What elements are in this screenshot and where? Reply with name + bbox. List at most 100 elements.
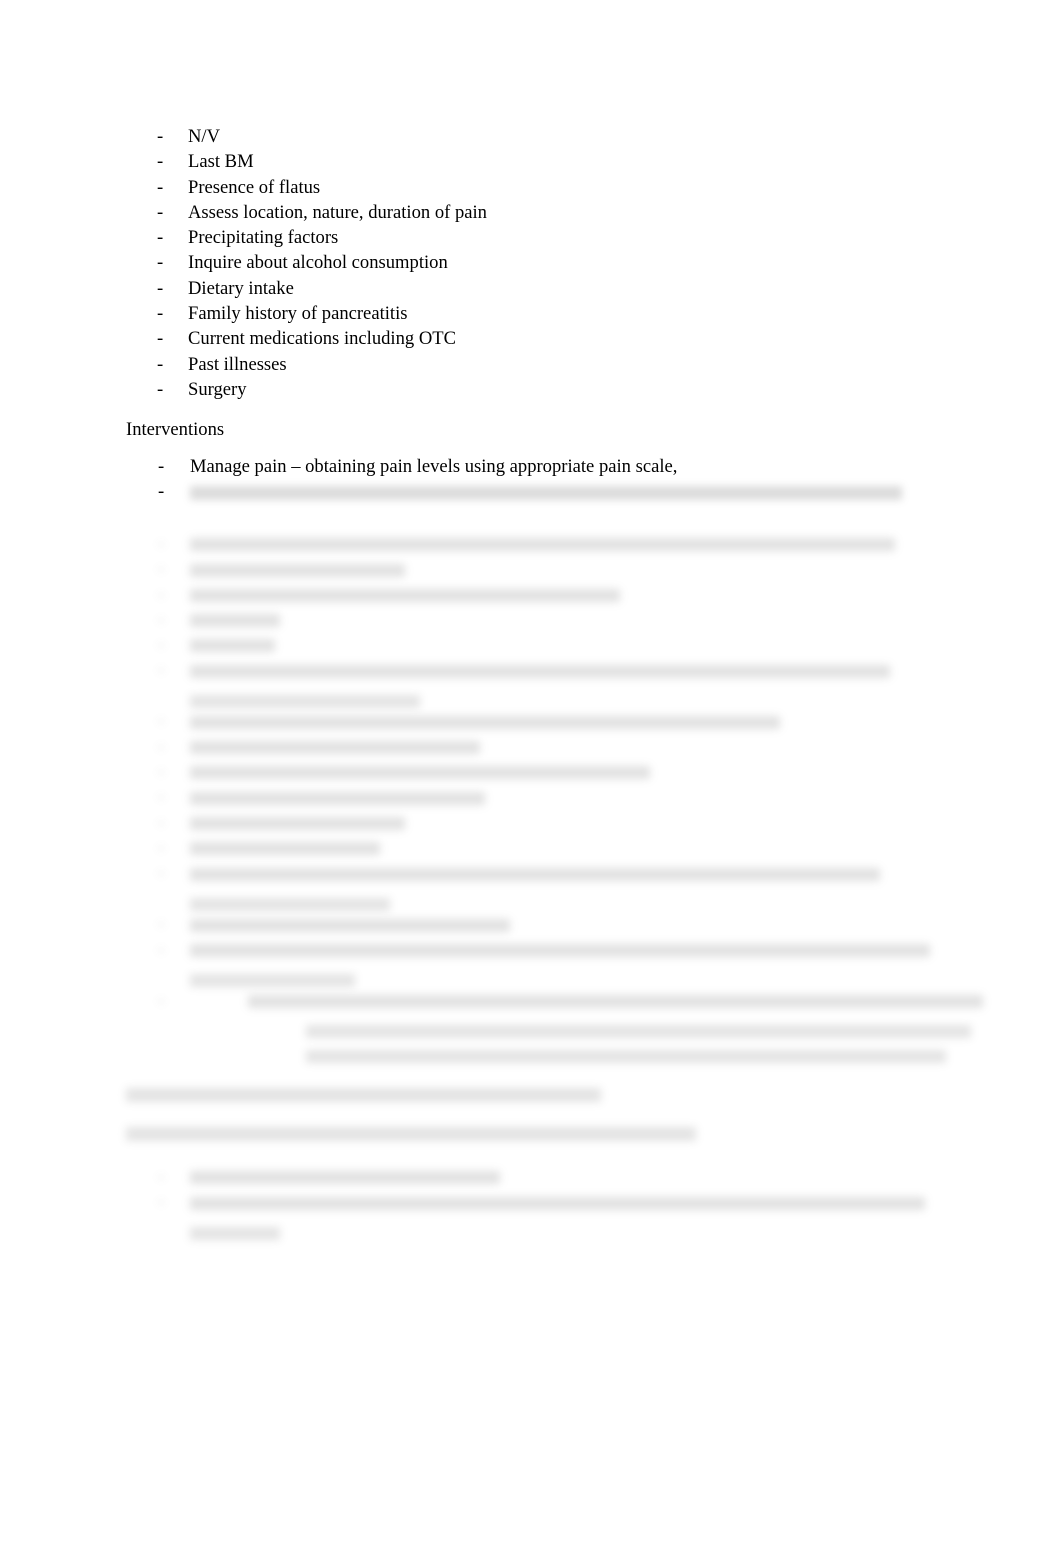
dash-bullet-icon: - — [158, 1191, 165, 1213]
redacted-list-item-label — [190, 842, 380, 856]
redacted-list-item-label — [190, 867, 880, 881]
dash-bullet-icon: - — [158, 735, 165, 757]
list-item-label: Current medications including OTC — [188, 328, 457, 350]
dash-bullet-icon: - — [158, 811, 165, 833]
redacted-list-item: - — [128, 708, 928, 733]
redacted-list-item-label — [190, 741, 480, 755]
redacted-list-item-label — [190, 1196, 925, 1210]
list-item-label: N/V — [188, 126, 221, 147]
redacted-list-item: - — [128, 531, 928, 556]
dash-bullet-icon: - — [157, 303, 164, 325]
dash-bullet-icon: - — [158, 583, 165, 605]
list-item: - Family history of pancreatitis — [126, 301, 986, 326]
dash-bullet-icon: - — [157, 328, 164, 350]
redacted-list-item-label — [190, 588, 620, 602]
dash-bullet-icon: - — [157, 277, 164, 299]
redacted-list-item-label — [190, 816, 405, 830]
list-item: - Assess location, nature, duration of pa… — [126, 200, 986, 225]
redacted-wrapped-line — [190, 1226, 280, 1240]
dash-bullet-icon: - — [158, 786, 165, 808]
redacted-list-item: - — [128, 937, 930, 988]
redacted-list-item-label — [190, 664, 890, 678]
intervention-item-label: Manage pain – obtaining pain levels usin… — [190, 456, 678, 477]
redacted-list-item-label — [190, 943, 930, 957]
dash-bullet-icon: - — [158, 533, 165, 554]
redacted-list-item: - — [128, 759, 928, 784]
redacted-list-item: - — [128, 632, 928, 657]
dash-bullet-icon: - — [158, 1166, 165, 1187]
list-item: - Precipitating factors — [126, 225, 986, 250]
interventions-heading: Interventions — [126, 419, 225, 440]
redacted-final-list: - - — [128, 1164, 928, 1240]
redacted-list-item-label — [248, 994, 983, 1008]
dash-bullet-icon: - — [157, 227, 164, 249]
list-item: - Past illnesses — [126, 352, 986, 377]
redacted-list-item: - — [128, 988, 983, 1066]
intervention-item: - Manage pain – obtaining pain levels usi… — [128, 454, 928, 479]
document-page: - N/V - Last BM - Presence of flatus - Assess l… — [0, 0, 1062, 1561]
redacted-list-item: - — [128, 556, 928, 581]
redacted-wrapped-line — [190, 897, 390, 911]
redacted-list-item: - — [128, 582, 928, 607]
redacted-list-item: - — [128, 835, 928, 860]
list-item: - Presence of flatus — [126, 175, 986, 200]
redacted-list-item-label — [190, 715, 780, 729]
list-item: - Dietary intake — [126, 276, 986, 301]
list-item: - Surgery — [126, 377, 986, 402]
redacted-list-item: - — [128, 607, 928, 632]
list-item-label: Precipitating factors — [188, 227, 339, 249]
redacted-list-item-label — [190, 639, 275, 653]
redacted-list-item: - — [128, 860, 928, 911]
redacted-sublist: - - - - - - - - - - - - - - - - — [128, 531, 983, 1066]
list-item: - Inquire about alcohol consumption — [126, 250, 986, 275]
redacted-list-item-label — [190, 918, 510, 932]
redacted-list-item-label — [190, 791, 485, 805]
list-item-label: Past illnesses — [188, 353, 287, 375]
redacted-list-item-label — [190, 766, 650, 780]
redacted-wrapped-line — [190, 973, 355, 987]
redacted-list-item: - — [128, 1164, 928, 1189]
dash-bullet-icon: - — [157, 378, 164, 400]
list-item: - Last BM — [126, 149, 986, 174]
interventions-list: - Manage pain – obtaining pain levels usi… — [128, 454, 928, 505]
dash-bullet-icon: - — [158, 862, 165, 884]
dash-bullet-icon: - — [158, 836, 165, 858]
dash-bullet-icon: - — [157, 201, 164, 223]
list-item: - N/V — [126, 124, 986, 149]
redacted-wrapped-line — [306, 1049, 946, 1063]
redacted-list-item: - — [128, 810, 928, 835]
list-item-label: Last BM — [188, 151, 254, 173]
dash-bullet-icon: - — [157, 126, 164, 147]
dash-bullet-icon: - — [158, 913, 165, 935]
redacted-list-item-label — [190, 1171, 500, 1185]
redacted-list-item: - — [128, 657, 928, 708]
list-item-label: Family history of pancreatitis — [188, 303, 408, 325]
dash-bullet-icon: - — [158, 989, 165, 1011]
dash-bullet-icon: - — [158, 710, 165, 732]
redacted-wrapped-line — [306, 1024, 971, 1038]
dash-bullet-icon: - — [158, 608, 165, 630]
assessment-list: - N/V - Last BM - Presence of flatus - Assess l… — [126, 124, 986, 402]
list-item-label: Inquire about alcohol consumption — [188, 252, 448, 274]
redacted-list-item: - — [128, 784, 928, 809]
redacted-list-item: - — [128, 734, 928, 759]
intervention-item-label — [190, 486, 902, 501]
dash-bullet-icon: - — [158, 634, 165, 656]
redacted-list-item-label — [190, 538, 895, 552]
redacted-list-item-label — [190, 614, 280, 628]
dash-bullet-icon: - — [157, 252, 164, 274]
list-item: - Current medications including OTC — [126, 326, 986, 351]
redacted-wrapped-line — [190, 694, 420, 708]
dash-bullet-icon: - — [158, 659, 165, 681]
dash-bullet-icon: - — [158, 456, 165, 477]
redacted-list-item: - — [128, 1189, 928, 1240]
redacted-list-item-label — [190, 563, 405, 577]
dash-bullet-icon: - — [158, 481, 165, 503]
list-item-label: Assess location, nature, duration of pai… — [188, 201, 487, 223]
dash-bullet-icon: - — [157, 176, 164, 198]
list-item-label: Surgery — [188, 378, 247, 400]
dash-bullet-icon: - — [158, 938, 165, 960]
redacted-paragraph-1 — [126, 1088, 601, 1102]
redacted-paragraph-2 — [126, 1127, 696, 1141]
dash-bullet-icon: - — [157, 151, 164, 173]
